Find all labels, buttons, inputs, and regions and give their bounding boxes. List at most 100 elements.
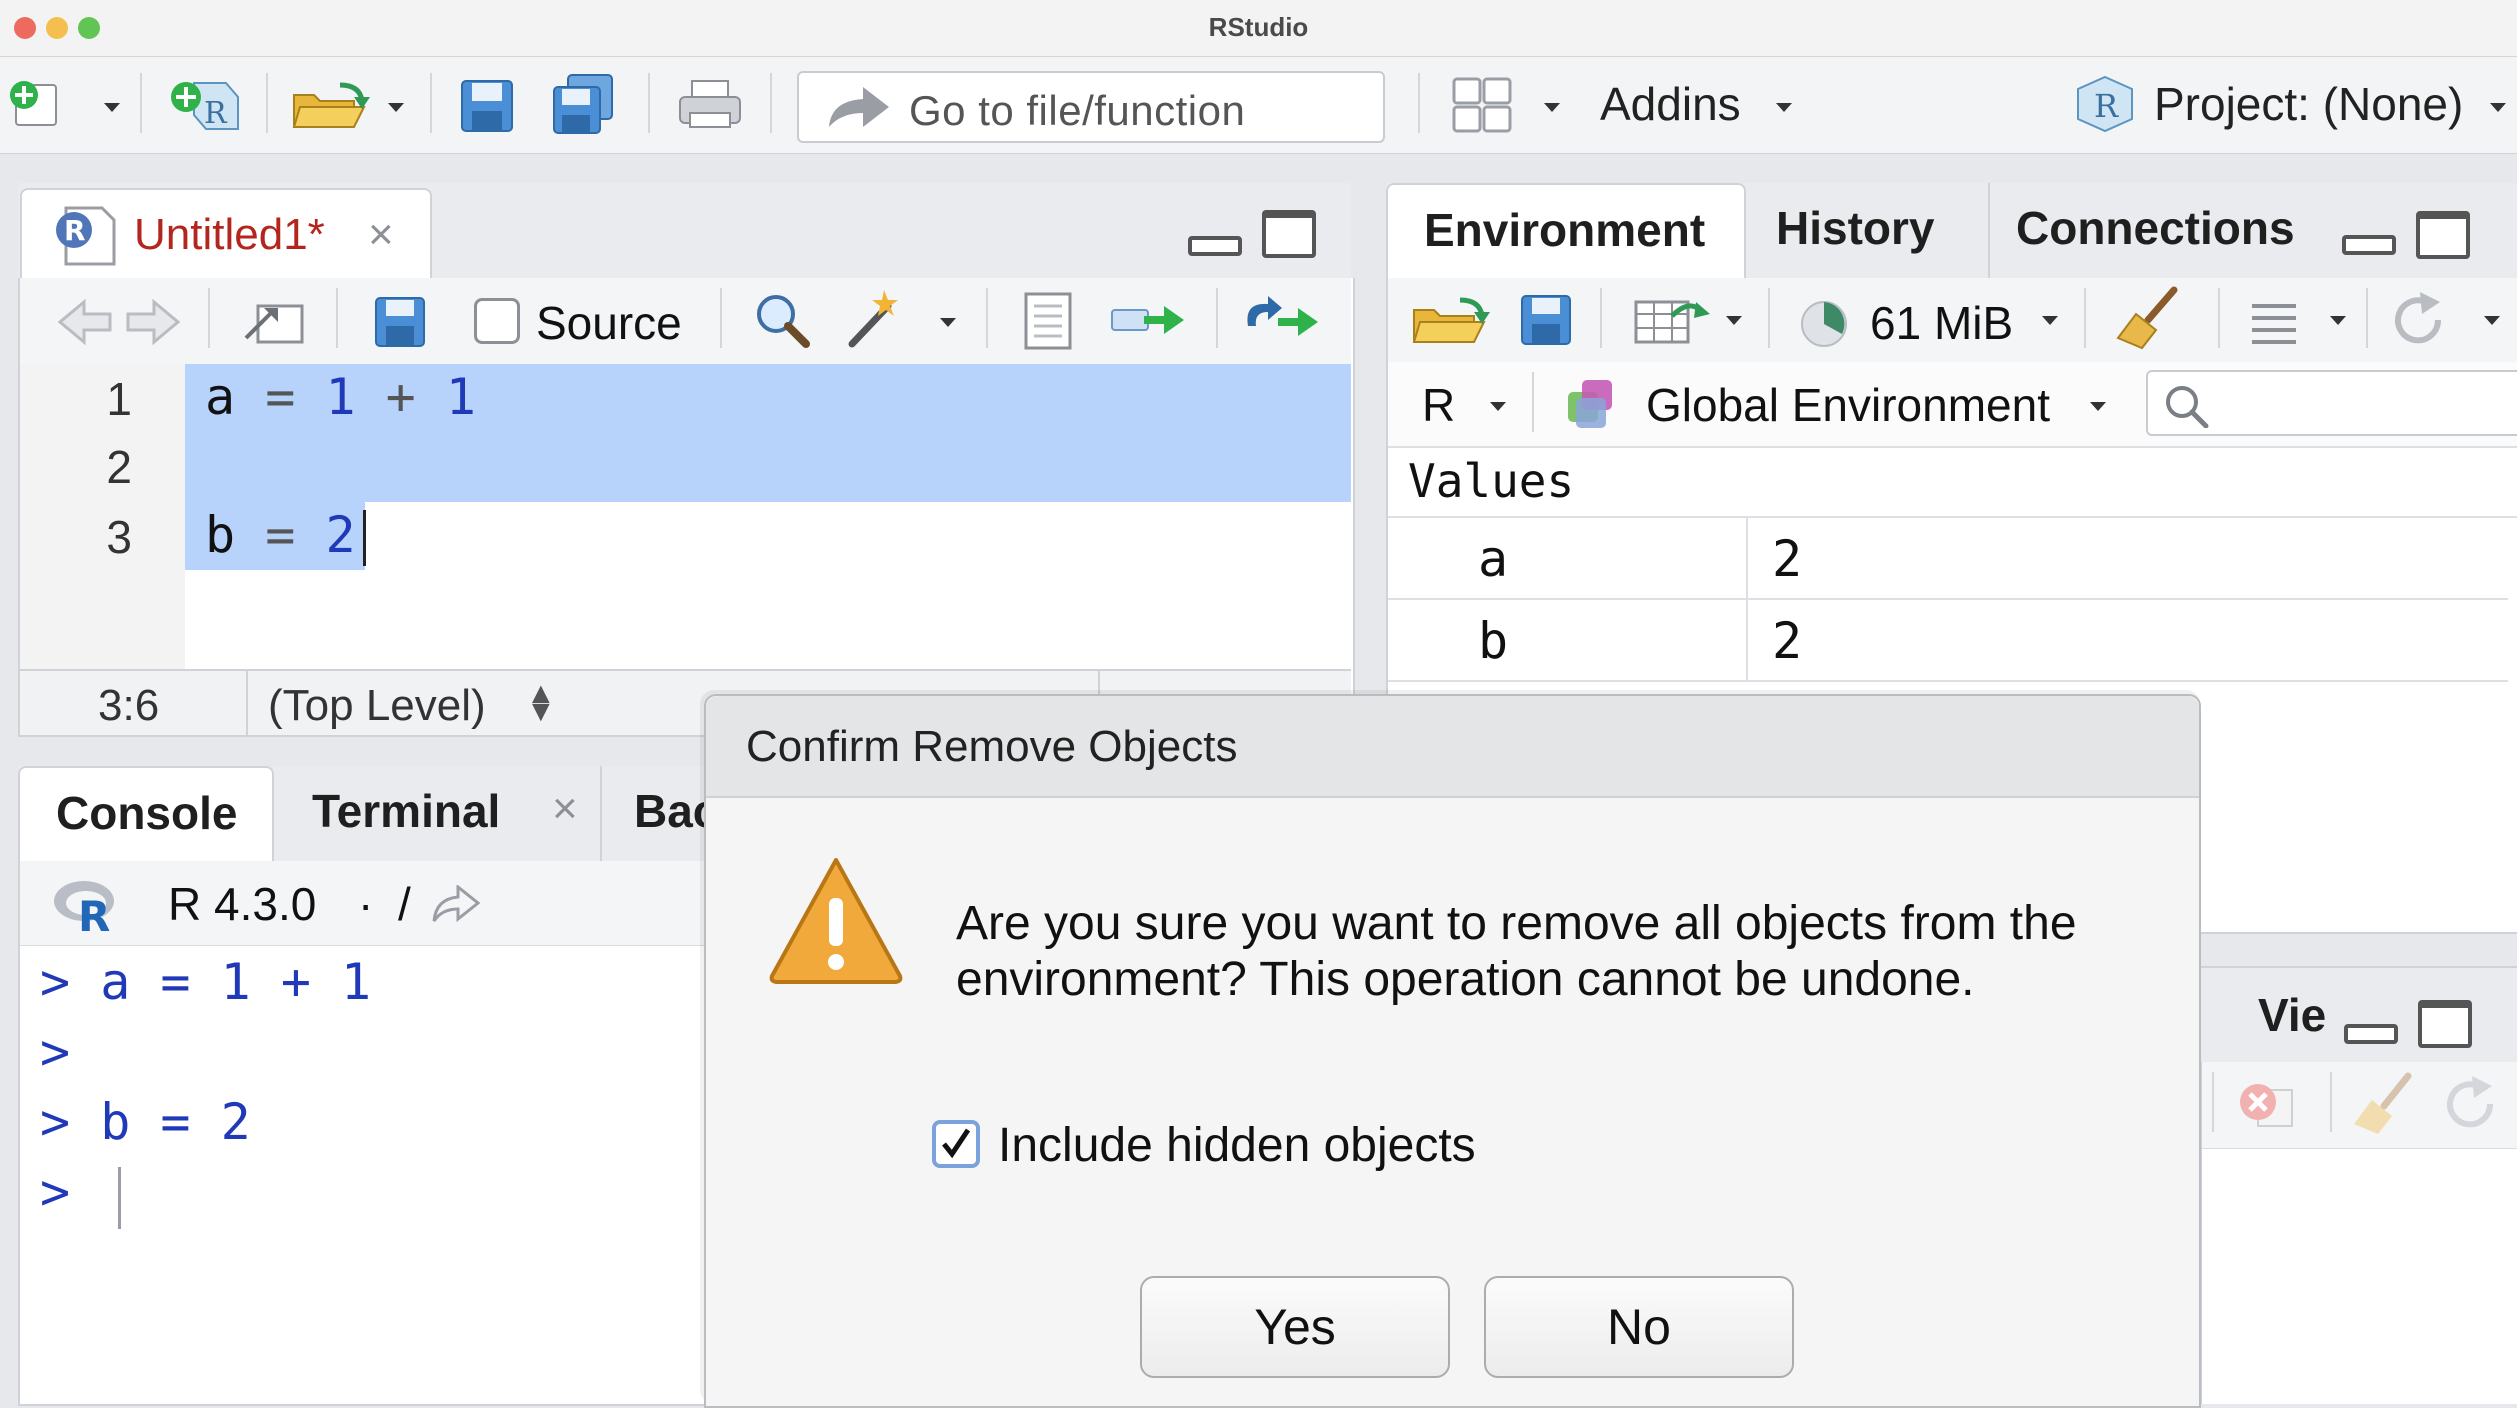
maximize-pane-icon[interactable] <box>2416 211 2470 259</box>
print-button[interactable] <box>676 77 746 133</box>
new-file-button[interactable] <box>6 79 70 129</box>
rerun-button[interactable] <box>1238 292 1322 353</box>
project-caret[interactable] <box>2490 103 2506 112</box>
working-directory[interactable]: / <box>398 877 411 931</box>
source-on-save-label: Source <box>536 297 682 349</box>
refresh-icon[interactable] <box>2442 1074 2502 1134</box>
save-button[interactable] <box>458 77 518 135</box>
memory-usage-label[interactable]: 61 MiB <box>1870 296 2013 350</box>
console-prompt: > <box>40 1023 71 1081</box>
save-workspace-button[interactable] <box>1518 292 1574 353</box>
memory-pie-icon <box>1801 301 1847 347</box>
env-value-row[interactable]: a 2 <box>1388 518 2508 600</box>
new-project-button[interactable]: R <box>164 75 244 135</box>
code-token: 1 <box>325 368 356 426</box>
svg-text:R: R <box>64 214 86 247</box>
back-arrow-icon <box>57 298 112 346</box>
run-button[interactable] <box>1108 292 1188 353</box>
environment-search-input[interactable] <box>2146 370 2517 436</box>
tab-environment[interactable]: Environment <box>1386 183 1746 279</box>
save-icon <box>375 297 425 347</box>
include-hidden-checkbox[interactable] <box>932 1120 980 1168</box>
goto-directory-arrow-icon[interactable] <box>430 885 482 925</box>
show-in-window-icon <box>244 304 304 344</box>
close-tab-icon[interactable]: × <box>552 784 578 834</box>
tab-terminal[interactable]: Terminal × <box>276 766 602 862</box>
project-icon-wrap: R <box>2074 73 2136 135</box>
import-dataset-button[interactable] <box>1632 292 1712 353</box>
tab-history[interactable]: History <box>1750 183 1990 279</box>
view-mode-button[interactable] <box>2246 300 2302 349</box>
goto-file-function-input[interactable]: Go to file/function <box>797 71 1385 143</box>
environment-scope-caret[interactable] <box>2090 402 2106 411</box>
console-prompt: > <box>40 953 71 1011</box>
code-tools-caret[interactable] <box>940 318 956 327</box>
env-value-row[interactable]: b 2 <box>1388 600 2508 682</box>
memory-usage-button[interactable] <box>1798 298 1850 355</box>
save-icon <box>461 80 513 132</box>
no-button[interactable]: No <box>1484 1276 1794 1378</box>
values-section-header: Values <box>1408 454 1575 508</box>
show-in-window-button[interactable] <box>242 294 306 353</box>
yes-button[interactable]: Yes <box>1140 1276 1450 1378</box>
dialog-header: Confirm Remove Objects <box>706 696 2199 798</box>
scope-selector[interactable]: (Top Level) <box>268 681 486 731</box>
env-value-name: b <box>1478 612 1509 670</box>
language-selector[interactable]: R <box>1422 378 1455 432</box>
line-number: 3 <box>106 511 132 563</box>
window-title: RStudio <box>1208 12 1309 42</box>
refresh-caret[interactable] <box>2484 316 2500 325</box>
svg-text:R: R <box>204 96 228 131</box>
find-replace-button[interactable] <box>752 290 812 355</box>
editor-save-button[interactable] <box>372 294 428 355</box>
maximize-pane-icon[interactable] <box>1262 210 1316 258</box>
main-toolbar: R Go to file/function Addins R Project: … <box>0 57 2517 154</box>
include-hidden-label: Include hidden objects <box>998 1119 1476 1172</box>
tab-console[interactable]: Console <box>18 766 274 862</box>
compile-report-button[interactable] <box>1020 290 1076 357</box>
viewer-tabstrip: Vie <box>2200 966 2517 1064</box>
source-on-save-checkbox[interactable] <box>474 298 520 344</box>
broom-icon <box>2116 286 2178 350</box>
minimize-pane-icon[interactable] <box>2344 1024 2398 1044</box>
language-caret[interactable] <box>1490 402 1506 411</box>
goto-placeholder: Go to file/function <box>909 87 1246 134</box>
project-menu[interactable]: Project: (None) <box>2154 77 2463 131</box>
minimize-pane-icon[interactable] <box>1188 236 1242 256</box>
addins-caret[interactable] <box>1776 103 1792 112</box>
forward-button[interactable] <box>124 296 184 351</box>
svg-text:R: R <box>78 892 110 935</box>
tab-connections[interactable]: Connections <box>1992 183 2295 279</box>
maximize-pane-icon[interactable] <box>2418 1000 2472 1048</box>
tab-viewer-label[interactable]: Vie <box>2258 988 2326 1042</box>
clear-x-icon[interactable] <box>2236 1078 2296 1132</box>
addins-menu[interactable]: Addins <box>1600 77 1741 131</box>
console-line: > <box>40 1163 70 1221</box>
code-line-3: b = 2 <box>205 506 356 564</box>
memory-usage-caret[interactable] <box>2042 316 2058 325</box>
refresh-environment-button[interactable] <box>2390 290 2450 355</box>
new-project-icon: R <box>171 82 239 131</box>
console-cursor <box>118 1167 121 1229</box>
close-tab-icon[interactable]: × <box>368 210 394 260</box>
back-button[interactable] <box>54 296 114 351</box>
env-tabstrip: Environment History Connections <box>1386 183 2517 279</box>
load-workspace-button[interactable] <box>1410 292 1494 353</box>
editor-tab-untitled1[interactable]: R Untitled1* × <box>20 188 432 280</box>
workspace-panes-caret[interactable] <box>1544 103 1560 112</box>
import-dataset-caret[interactable] <box>1726 316 1742 325</box>
code-editor[interactable]: a = 1 + 1 b = 2 <box>185 364 1351 669</box>
environment-scope-selector[interactable]: Global Environment <box>1646 378 2050 432</box>
line-number: 1 <box>106 373 132 425</box>
code-tools-button[interactable] <box>844 286 910 355</box>
new-file-dropdown-caret[interactable] <box>104 103 120 112</box>
minimize-pane-icon[interactable] <box>2342 235 2396 255</box>
open-file-dropdown-caret[interactable] <box>388 103 404 112</box>
import-dataset-icon <box>1634 300 1710 344</box>
save-all-button[interactable] <box>550 73 620 135</box>
broom-icon[interactable] <box>2352 1072 2418 1136</box>
open-file-button[interactable] <box>290 77 374 133</box>
workspace-panes-button[interactable] <box>1450 75 1514 135</box>
clear-workspace-button[interactable] <box>2114 286 2184 357</box>
view-mode-caret[interactable] <box>2330 316 2346 325</box>
